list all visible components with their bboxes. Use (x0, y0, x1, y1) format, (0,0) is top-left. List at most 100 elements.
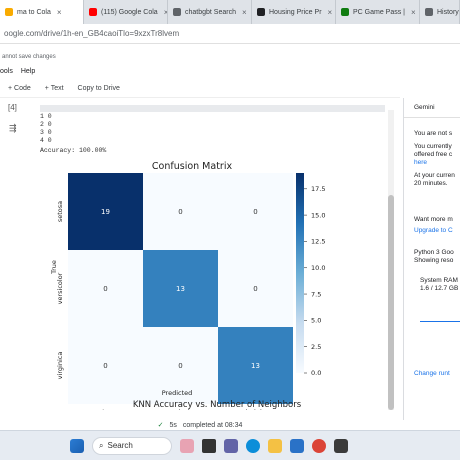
tab-favicon-icon (341, 8, 349, 16)
heatmap-cell-label: 13 (176, 285, 185, 293)
colorbar-tick-label: 10.0 (311, 264, 325, 272)
x-axis-label: Predicted (162, 389, 193, 397)
tab-label: PC Game Pass | (353, 8, 406, 16)
side-text: 20 minutes. (414, 180, 448, 187)
upgrade-link[interactable]: Upgrade to C (404, 227, 460, 235)
copy-to-drive-button[interactable]: Copy to Drive (78, 85, 120, 92)
heatmap-cell-label: 13 (251, 362, 260, 370)
search-label: Search (107, 441, 133, 450)
chart-title: Confusion Matrix (152, 161, 233, 172)
tab-label: History (437, 8, 459, 16)
tab-label: chatbgbt Search (185, 8, 236, 16)
runtime-text: Python 3 Goo (414, 249, 454, 256)
tab-close-icon[interactable]: × (57, 8, 62, 17)
colorbar-tick-label: 12.5 (311, 238, 325, 246)
notebook-toolbar: + Code + Text Copy to Drive (0, 80, 400, 98)
browser-tab[interactable]: Housing Price Pr × (252, 0, 336, 24)
cell-execution-count: [4] (8, 103, 17, 112)
add-text-button[interactable]: + Text (45, 85, 64, 92)
tab-favicon-icon (173, 8, 181, 16)
resources-text: Showing reso (414, 257, 454, 264)
search-icon: ⌕ (99, 440, 104, 450)
confusion-matrix-svg: Confusion Matrix 19 0 0 0 13 0 0 0 13 setosa vers… (50, 161, 325, 416)
app-icon[interactable] (334, 438, 348, 453)
browser-tab[interactable]: (115) Google Cola × (84, 0, 168, 24)
scrollbar-thumb[interactable] (388, 195, 394, 410)
teams-icon[interactable] (224, 438, 238, 453)
tab-close-icon[interactable]: × (411, 8, 416, 17)
heatmap-cell-label: 19 (101, 208, 110, 216)
accuracy-output: Accuracy: 100.00% (40, 147, 107, 154)
task-view-icon[interactable] (202, 438, 216, 453)
output-menu-icon[interactable]: ⇶ (9, 123, 17, 134)
output-scrollbar[interactable] (388, 110, 394, 410)
tab-close-icon[interactable]: × (328, 8, 333, 17)
colorbar (296, 173, 304, 373)
y-tick-label: setosa (56, 201, 64, 222)
output-line: 4 0 (40, 137, 52, 144)
side-link-here[interactable]: here (404, 159, 460, 167)
colorbar-tick-label: 17.5 (311, 185, 325, 193)
windows-taskbar: ⌕ Search (0, 430, 460, 460)
address-bar[interactable]: oogle.com/drive/1h-en_GB4caoiTlo=9xzxTr8… (0, 24, 460, 44)
tab-favicon-icon (5, 8, 13, 16)
side-panel-title: Gemini (404, 98, 460, 118)
browser-tab[interactable]: chatbgbt Search × (168, 0, 252, 24)
heatmap-cell-label: 0 (253, 285, 257, 293)
taskbar-search[interactable]: ⌕ Search (92, 436, 172, 455)
menu-tools[interactable]: ools (0, 68, 13, 75)
colorbar-tick-label: 2.5 (311, 343, 321, 351)
execution-status: ✓ 5s completed at 08:34 (0, 420, 400, 430)
browser-tab[interactable]: ma to Cola × (0, 0, 84, 24)
tab-close-icon[interactable]: × (242, 8, 247, 17)
heatmap-cell-label: 0 (178, 362, 182, 370)
heatmap-cell-label: 0 (103, 285, 107, 293)
y-axis-label: True (50, 260, 58, 275)
add-code-button[interactable]: + Code (8, 85, 31, 92)
tab-favicon-icon (425, 8, 433, 16)
tab-label: (115) Google Cola (101, 8, 158, 16)
side-text: offered free c (414, 151, 453, 158)
execution-time: 5s (169, 421, 177, 429)
file-explorer-icon[interactable] (268, 438, 282, 453)
colorbar-tick-label: 0.0 (311, 369, 321, 377)
completed-text: completed at 08:34 (182, 421, 243, 429)
output-line: 3 0 (40, 129, 52, 136)
code-cell-collapsed[interactable] (40, 105, 385, 112)
colorbar-tick-label: 15.0 (311, 211, 325, 219)
heatmap-cell-label: 0 (178, 208, 182, 216)
side-text: At your curren (414, 172, 455, 179)
ram-label: System RAM (420, 277, 458, 284)
colorbar-tick-label: 5.0 (311, 317, 321, 325)
browser-tab[interactable]: History (420, 0, 460, 24)
browser-tab-bar: ma to Cola × (115) Google Cola × chatbgbt Se… (0, 0, 460, 24)
output-line: 1 0 (40, 113, 52, 120)
side-text: You currently (414, 143, 452, 150)
tab-favicon-icon (89, 8, 97, 16)
check-icon: ✓ (157, 422, 164, 429)
heatmap-cell-label: 0 (103, 362, 107, 370)
second-chart-title: KNN Accuracy vs. Number of Neighbors (133, 400, 302, 410)
y-tick-label: versicolor (56, 272, 64, 304)
windows-start-icon[interactable] (70, 438, 84, 453)
heatmap-cell-label: 0 (253, 208, 257, 216)
y-tick-label: virginica (56, 352, 64, 380)
menu-help[interactable]: Help (21, 68, 35, 75)
output-line: 2 0 (40, 121, 52, 128)
colorbar-tick-label: 7.5 (311, 290, 321, 298)
change-runtime-link[interactable]: Change runt (404, 370, 460, 378)
tab-label: ma to Cola (17, 8, 51, 16)
edge-icon[interactable] (246, 438, 260, 453)
chrome-icon[interactable] (312, 438, 326, 453)
x-tick-label: setosa (95, 408, 116, 410)
tab-label: Housing Price Pr (269, 8, 322, 16)
store-icon[interactable] (290, 438, 304, 453)
gemini-side-panel: Gemini You are not s You currently offer… (403, 98, 460, 420)
browser-tab[interactable]: PC Game Pass | × (336, 0, 420, 24)
ram-value: 1.6 / 12.7 GB (420, 285, 459, 292)
menu-bar: ools Help (0, 68, 35, 75)
want-more-text: Want more m (414, 216, 453, 223)
widgets-icon[interactable] (180, 438, 194, 453)
save-status: annot save changes (2, 54, 56, 60)
confusion-matrix-figure: Confusion Matrix 19 0 0 0 13 0 0 0 13 setosa vers… (40, 155, 400, 416)
